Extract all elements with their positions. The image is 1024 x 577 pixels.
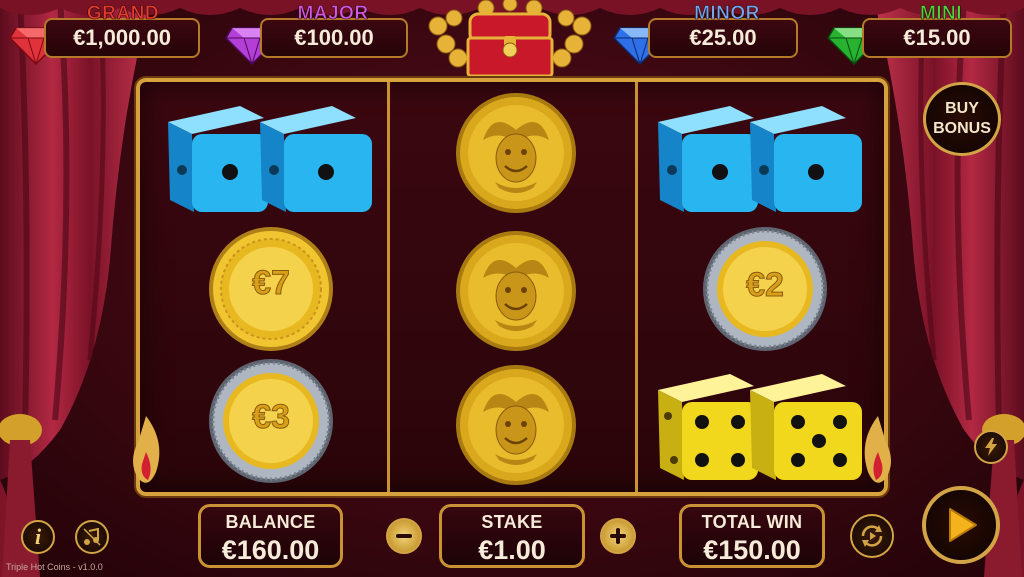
game-stage: €1,000.00 GRAND €100.00 MAJOR €25.00 MIN… [0, 0, 1024, 577]
stake-value: €1.00 [478, 535, 546, 565]
version-text: Triple Hot Coins - v1.0.0 [6, 562, 103, 572]
coin-3-text: €3 [252, 398, 291, 437]
stake-label: STAKE [481, 512, 543, 532]
stake-panel: STAKE €1.00 [439, 504, 585, 568]
minus-icon [396, 534, 412, 538]
plus-icon [610, 528, 626, 544]
autoplay-icon [861, 525, 883, 547]
jester-coin[interactable] [453, 362, 579, 488]
jackpot-mini-value: €15.00 [862, 18, 1012, 58]
balance-panel: BALANCE €160.00 [198, 504, 343, 568]
jackpot-major-label: MAJOR [297, 3, 369, 24]
jackpot-minor-value: €25.00 [648, 18, 798, 58]
balance-value: €160.00 [221, 535, 320, 565]
jackpot-grand-value: €1,000.00 [44, 18, 200, 58]
jackpot-minor-label: MINOR [694, 3, 760, 24]
treasure-chest-icon [428, 0, 592, 78]
jackpot-mini: €15.00 MINI [826, 3, 1016, 66]
blue-dice-pair[interactable] [650, 92, 870, 222]
reel-grid: €7 €3 €2 [136, 78, 888, 496]
jackpot-grand-label: GRAND [86, 3, 160, 24]
jester-coin[interactable] [453, 90, 579, 216]
total-win-value: €150.00 [703, 535, 801, 565]
buy-bonus-button[interactable]: BUY BONUS [923, 82, 1001, 156]
total-win-label: TOTAL WIN [701, 512, 803, 532]
spin-button[interactable] [922, 486, 1000, 564]
balance-label: BALANCE [225, 512, 316, 532]
jackpot-mini-label: MINI [919, 3, 963, 24]
yellow-dice-pair[interactable] [650, 360, 870, 490]
buy-bonus-label-line2: BONUS [933, 120, 991, 137]
blue-dice-pair[interactable] [160, 92, 380, 222]
left-flame-ornament [133, 416, 160, 483]
coin-7-text: €7 [252, 264, 291, 303]
jackpot-minor: €25.00 MINOR [612, 3, 802, 66]
reel-divider [635, 82, 638, 492]
jackpot-major-value: €100.00 [260, 18, 408, 58]
stake-decrease-button[interactable] [386, 518, 422, 554]
reel-divider [387, 82, 390, 492]
stake-increase-button[interactable] [600, 518, 636, 554]
turbo-button[interactable] [974, 430, 1008, 464]
music-off-icon [83, 528, 101, 546]
info-button[interactable]: i [21, 520, 55, 554]
sound-button[interactable] [75, 520, 109, 554]
buy-bonus-label-line1: BUY [945, 100, 979, 117]
total-win-panel: TOTAL WIN €150.00 [679, 504, 825, 568]
info-icon: i [34, 524, 42, 549]
jester-coin[interactable] [453, 228, 579, 354]
jackpot-grand: €1,000.00 GRAND [8, 3, 200, 66]
coin-2-text: €2 [746, 266, 785, 305]
lightning-icon [985, 438, 997, 456]
jackpot-major: €100.00 MAJOR [224, 3, 410, 66]
right-flame-ornament [864, 416, 891, 483]
play-icon [949, 508, 977, 542]
autoplay-button[interactable] [850, 514, 894, 558]
